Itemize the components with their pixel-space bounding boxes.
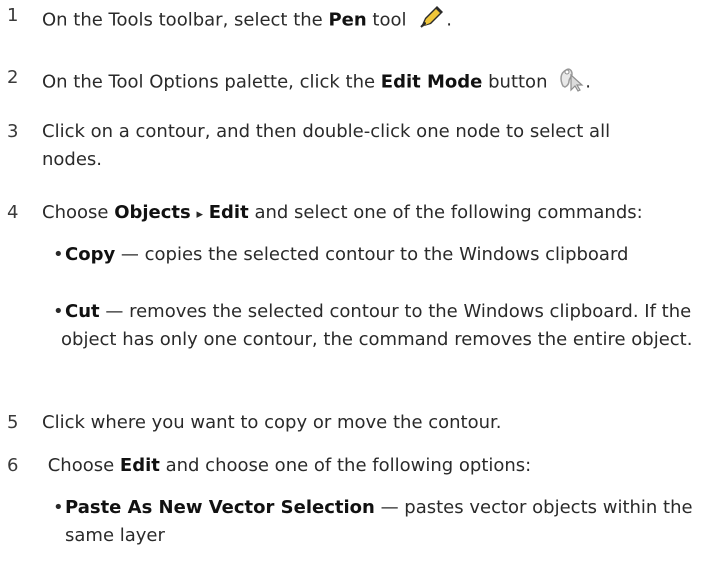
edit-mode-label: Edit Mode [380, 71, 483, 93]
pen-label: Pen [328, 9, 367, 31]
submenu-arrow-icon: ▸ [196, 207, 204, 222]
pen-tool-icon [416, 2, 446, 39]
step-number: 5 [7, 412, 19, 433]
step-number: 2 [7, 67, 19, 88]
edit-label: Edit [208, 202, 249, 223]
objects-label: Objects [114, 202, 191, 223]
step-number: 1 [7, 5, 19, 26]
procedure-steps: 1 On the Tools toolbar, select the Pen t… [0, 0, 718, 584]
step-number: 4 [7, 202, 19, 223]
step-number: 3 [7, 121, 19, 142]
edit-label: Edit [119, 455, 160, 476]
step-number: 6 [7, 455, 19, 476]
edit-mode-icon [557, 64, 585, 101]
